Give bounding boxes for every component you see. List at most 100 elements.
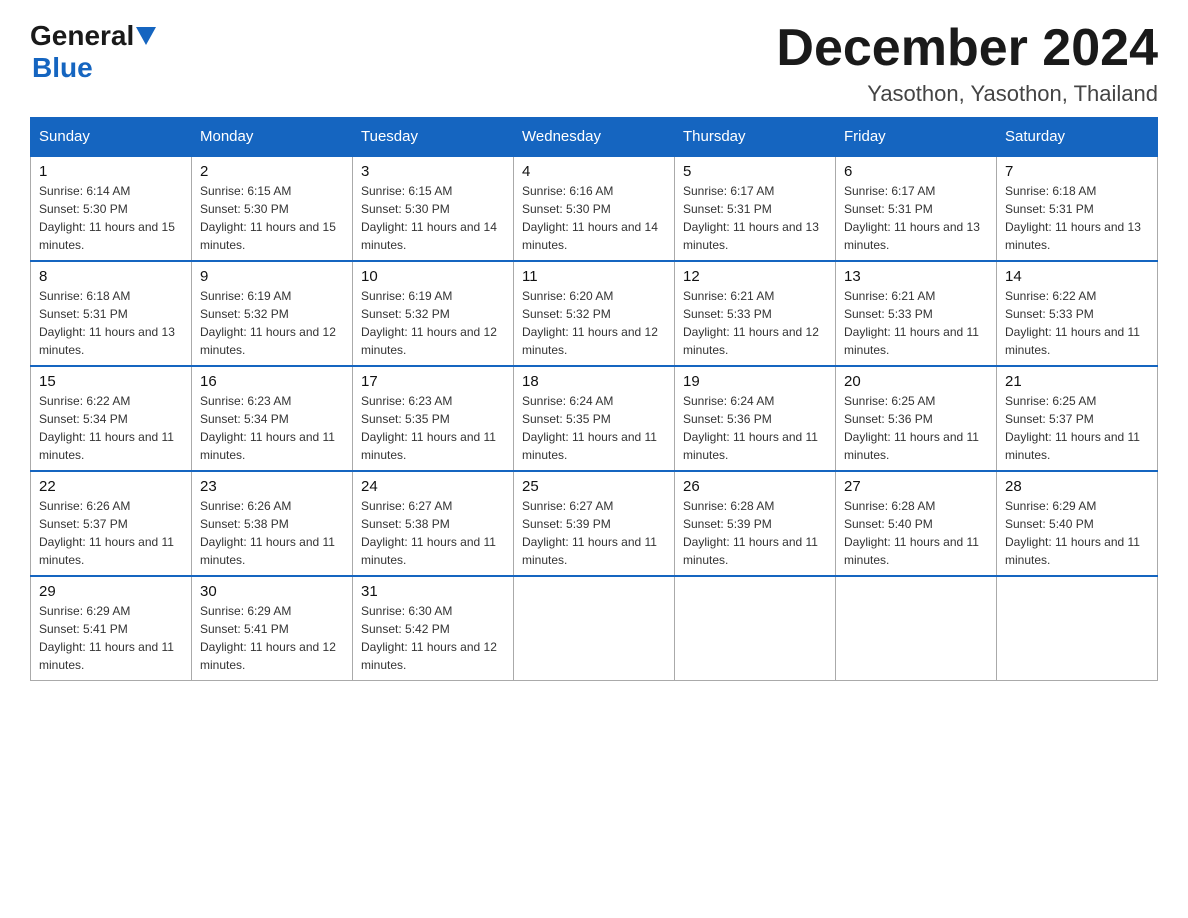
- calendar-day-cell: 29 Sunrise: 6:29 AMSunset: 5:41 PMDayligh…: [31, 576, 192, 681]
- calendar-day-cell: 25 Sunrise: 6:27 AMSunset: 5:39 PMDayligh…: [514, 471, 675, 576]
- calendar-day-cell: 21 Sunrise: 6:25 AMSunset: 5:37 PMDayligh…: [997, 366, 1158, 471]
- day-number: 1: [39, 163, 183, 180]
- calendar-day-cell: 26 Sunrise: 6:28 AMSunset: 5:39 PMDayligh…: [675, 471, 836, 576]
- day-info: Sunrise: 6:16 AMSunset: 5:30 PMDaylight:…: [522, 184, 658, 252]
- calendar-header-row: SundayMondayTuesdayWednesdayThursdayFrid…: [31, 118, 1158, 157]
- calendar-day-cell: 7Sunrise: 6:18 AMSunset: 5:31 PMDaylight…: [997, 156, 1158, 261]
- day-info: Sunrise: 6:18 AMSunset: 5:31 PMDaylight:…: [39, 289, 175, 357]
- day-info: Sunrise: 6:26 AMSunset: 5:38 PMDaylight:…: [200, 499, 335, 567]
- calendar-day-cell: 15 Sunrise: 6:22 AMSunset: 5:34 PMDayligh…: [31, 366, 192, 471]
- day-info: Sunrise: 6:23 AMSunset: 5:34 PMDaylight:…: [200, 394, 335, 462]
- calendar-empty-cell: [997, 576, 1158, 681]
- day-number: 25: [522, 478, 666, 495]
- day-number: 11: [522, 268, 666, 285]
- title-section: December 2024 Yasothon, Yasothon, Thaila…: [776, 20, 1158, 107]
- day-info: Sunrise: 6:24 AMSunset: 5:36 PMDaylight:…: [683, 394, 818, 462]
- day-number: 8: [39, 268, 183, 285]
- calendar-day-cell: 10Sunrise: 6:19 AMSunset: 5:32 PMDayligh…: [353, 261, 514, 366]
- calendar-day-cell: 27 Sunrise: 6:28 AMSunset: 5:40 PMDayligh…: [836, 471, 997, 576]
- calendar-week-row: 8 Sunrise: 6:18 AMSunset: 5:31 PMDaylight…: [31, 261, 1158, 366]
- day-info: Sunrise: 6:25 AMSunset: 5:36 PMDaylight:…: [844, 394, 979, 462]
- calendar-day-cell: 30 Sunrise: 6:29 AMSunset: 5:41 PMDayligh…: [192, 576, 353, 681]
- day-info: Sunrise: 6:15 AMSunset: 5:30 PMDaylight:…: [200, 184, 336, 252]
- calendar-header-wednesday: Wednesday: [514, 118, 675, 157]
- day-number: 21: [1005, 373, 1149, 390]
- day-info: Sunrise: 6:28 AMSunset: 5:39 PMDaylight:…: [683, 499, 818, 567]
- day-info: Sunrise: 6:14 AMSunset: 5:30 PMDaylight:…: [39, 184, 175, 252]
- calendar-empty-cell: [514, 576, 675, 681]
- day-number: 9: [200, 268, 344, 285]
- day-number: 17: [361, 373, 505, 390]
- calendar-header-thursday: Thursday: [675, 118, 836, 157]
- calendar-header-monday: Monday: [192, 118, 353, 157]
- day-number: 31: [361, 583, 505, 600]
- day-number: 30: [200, 583, 344, 600]
- day-number: 24: [361, 478, 505, 495]
- day-info: Sunrise: 6:30 AMSunset: 5:42 PMDaylight:…: [361, 604, 497, 672]
- calendar-week-row: 22 Sunrise: 6:26 AMSunset: 5:37 PMDayligh…: [31, 471, 1158, 576]
- location-title: Yasothon, Yasothon, Thailand: [776, 81, 1158, 107]
- day-info: Sunrise: 6:27 AMSunset: 5:38 PMDaylight:…: [361, 499, 496, 567]
- calendar-week-row: 1 Sunrise: 6:14 AMSunset: 5:30 PMDaylight…: [31, 156, 1158, 261]
- page-header: General Blue December 2024 Yasothon, Yas…: [30, 20, 1158, 107]
- logo: General Blue: [30, 20, 156, 84]
- calendar-day-cell: 18 Sunrise: 6:24 AMSunset: 5:35 PMDayligh…: [514, 366, 675, 471]
- day-info: Sunrise: 6:29 AMSunset: 5:40 PMDaylight:…: [1005, 499, 1140, 567]
- day-info: Sunrise: 6:24 AMSunset: 5:35 PMDaylight:…: [522, 394, 657, 462]
- day-info: Sunrise: 6:19 AMSunset: 5:32 PMDaylight:…: [200, 289, 336, 357]
- calendar-day-cell: 5 Sunrise: 6:17 AMSunset: 5:31 PMDaylight…: [675, 156, 836, 261]
- day-info: Sunrise: 6:17 AMSunset: 5:31 PMDaylight:…: [683, 184, 819, 252]
- calendar-day-cell: 19Sunrise: 6:24 AMSunset: 5:36 PMDayligh…: [675, 366, 836, 471]
- calendar-week-row: 15 Sunrise: 6:22 AMSunset: 5:34 PMDayligh…: [31, 366, 1158, 471]
- day-info: Sunrise: 6:29 AMSunset: 5:41 PMDaylight:…: [39, 604, 174, 672]
- day-info: Sunrise: 6:22 AMSunset: 5:34 PMDaylight:…: [39, 394, 174, 462]
- calendar-day-cell: 8 Sunrise: 6:18 AMSunset: 5:31 PMDaylight…: [31, 261, 192, 366]
- calendar-day-cell: 20Sunrise: 6:25 AMSunset: 5:36 PMDayligh…: [836, 366, 997, 471]
- day-number: 14: [1005, 268, 1149, 285]
- calendar-day-cell: 23 Sunrise: 6:26 AMSunset: 5:38 PMDayligh…: [192, 471, 353, 576]
- day-number: 2: [200, 163, 344, 180]
- day-number: 5: [683, 163, 827, 180]
- month-title: December 2024: [776, 20, 1158, 77]
- day-info: Sunrise: 6:27 AMSunset: 5:39 PMDaylight:…: [522, 499, 657, 567]
- calendar-header-saturday: Saturday: [997, 118, 1158, 157]
- day-number: 22: [39, 478, 183, 495]
- day-info: Sunrise: 6:29 AMSunset: 5:41 PMDaylight:…: [200, 604, 336, 672]
- day-number: 23: [200, 478, 344, 495]
- calendar-day-cell: 24 Sunrise: 6:27 AMSunset: 5:38 PMDayligh…: [353, 471, 514, 576]
- day-number: 16: [200, 373, 344, 390]
- calendar-week-row: 29 Sunrise: 6:29 AMSunset: 5:41 PMDayligh…: [31, 576, 1158, 681]
- calendar-header-sunday: Sunday: [31, 118, 192, 157]
- calendar-day-cell: 28 Sunrise: 6:29 AMSunset: 5:40 PMDayligh…: [997, 471, 1158, 576]
- logo-general-text: General: [30, 20, 134, 52]
- logo-triangle-icon: [136, 27, 156, 45]
- day-info: Sunrise: 6:25 AMSunset: 5:37 PMDaylight:…: [1005, 394, 1140, 462]
- day-number: 18: [522, 373, 666, 390]
- calendar-day-cell: 4Sunrise: 6:16 AMSunset: 5:30 PMDaylight…: [514, 156, 675, 261]
- day-info: Sunrise: 6:20 AMSunset: 5:32 PMDaylight:…: [522, 289, 658, 357]
- day-number: 13: [844, 268, 988, 285]
- calendar-day-cell: 12Sunrise: 6:21 AMSunset: 5:33 PMDayligh…: [675, 261, 836, 366]
- calendar-day-cell: 3Sunrise: 6:15 AMSunset: 5:30 PMDaylight…: [353, 156, 514, 261]
- day-info: Sunrise: 6:23 AMSunset: 5:35 PMDaylight:…: [361, 394, 496, 462]
- day-info: Sunrise: 6:26 AMSunset: 5:37 PMDaylight:…: [39, 499, 174, 567]
- calendar-header-tuesday: Tuesday: [353, 118, 514, 157]
- day-number: 29: [39, 583, 183, 600]
- calendar-day-cell: 1 Sunrise: 6:14 AMSunset: 5:30 PMDaylight…: [31, 156, 192, 261]
- day-number: 15: [39, 373, 183, 390]
- calendar-day-cell: 17 Sunrise: 6:23 AMSunset: 5:35 PMDayligh…: [353, 366, 514, 471]
- day-info: Sunrise: 6:17 AMSunset: 5:31 PMDaylight:…: [844, 184, 980, 252]
- day-number: 27: [844, 478, 988, 495]
- day-info: Sunrise: 6:28 AMSunset: 5:40 PMDaylight:…: [844, 499, 979, 567]
- day-info: Sunrise: 6:18 AMSunset: 5:31 PMDaylight:…: [1005, 184, 1141, 252]
- day-number: 26: [683, 478, 827, 495]
- calendar-table: SundayMondayTuesdayWednesdayThursdayFrid…: [30, 117, 1158, 681]
- day-info: Sunrise: 6:21 AMSunset: 5:33 PMDaylight:…: [844, 289, 979, 357]
- calendar-day-cell: 13 Sunrise: 6:21 AMSunset: 5:33 PMDayligh…: [836, 261, 997, 366]
- day-info: Sunrise: 6:22 AMSunset: 5:33 PMDaylight:…: [1005, 289, 1140, 357]
- calendar-empty-cell: [836, 576, 997, 681]
- day-number: 10: [361, 268, 505, 285]
- day-number: 28: [1005, 478, 1149, 495]
- calendar-header-friday: Friday: [836, 118, 997, 157]
- day-number: 12: [683, 268, 827, 285]
